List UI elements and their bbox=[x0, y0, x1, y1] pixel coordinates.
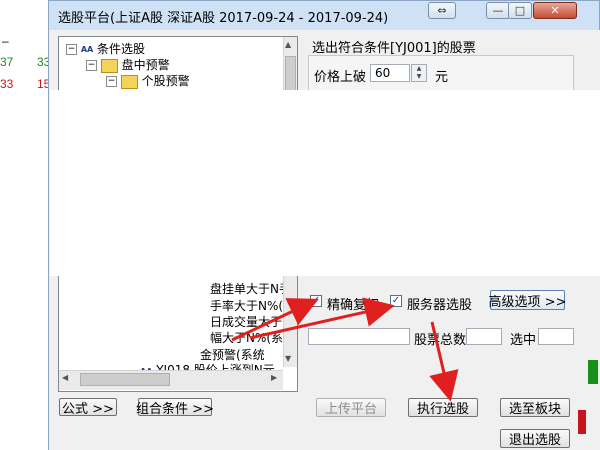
tree-item-intraday-warning[interactable]: − 盘中预警 bbox=[86, 56, 170, 73]
scroll-down-icon[interactable]: ▼ bbox=[285, 354, 295, 363]
tree-item-partial[interactable]: 盘挂单大于N手 bbox=[210, 280, 291, 297]
upload-platform-button[interactable]: 上传平台 bbox=[316, 398, 386, 417]
occluding-overlay bbox=[50, 90, 600, 276]
exact-reinstatement-checkbox[interactable]: ✓ bbox=[310, 295, 322, 307]
exact-reinstatement-label: 精确复权 bbox=[327, 298, 380, 313]
progress-field bbox=[308, 328, 410, 345]
param-value: 60 bbox=[375, 66, 391, 80]
server-select-label: 服务器选股 bbox=[407, 298, 473, 313]
advanced-options-button[interactable]: 高级选项 >> bbox=[489, 290, 566, 310]
collapse-icon[interactable]: − bbox=[66, 44, 77, 55]
scroll-right-icon[interactable]: ▶ bbox=[271, 373, 277, 382]
stock-total-label: 股票总数 bbox=[414, 333, 467, 348]
collapse-icon[interactable]: − bbox=[106, 76, 117, 87]
scroll-left-icon[interactable]: ◀ bbox=[62, 373, 68, 382]
background-chart-bar bbox=[588, 360, 598, 384]
execute-select-button[interactable]: 执行选股 bbox=[408, 398, 478, 417]
exit-select-button[interactable]: 退出选股 bbox=[500, 429, 570, 448]
stock-total-field bbox=[466, 328, 502, 345]
folder-icon bbox=[120, 74, 138, 89]
tree-item-stock-warning[interactable]: − 个股预警 bbox=[106, 72, 190, 89]
horizontal-scroll-thumb[interactable] bbox=[80, 373, 170, 386]
formula-button[interactable]: 公式 >> bbox=[59, 398, 117, 417]
minimize-button[interactable]: — bbox=[486, 2, 510, 19]
param-label: 价格上破 bbox=[314, 70, 367, 85]
restore-button[interactable]: ⇔ bbox=[428, 2, 456, 19]
folder-icon bbox=[100, 58, 118, 73]
tree-item-partial[interactable]: 日成交量大于 bbox=[210, 313, 282, 330]
scroll-up-icon[interactable]: ▲ bbox=[285, 40, 295, 49]
param-stepper[interactable]: ▲ ▼ bbox=[411, 64, 427, 82]
background-value-green-1: 37 bbox=[0, 55, 14, 69]
background-value-red-1: 33 bbox=[0, 77, 14, 91]
panel-title: 选出符合条件[YJ001]的股票 bbox=[312, 41, 476, 56]
close-button[interactable]: ✕ bbox=[533, 2, 577, 19]
condition-folder-icon: AA bbox=[80, 45, 94, 54]
param-value-input[interactable]: 60 bbox=[370, 64, 410, 82]
background-dash: – bbox=[2, 34, 9, 48]
tree-item-label: 条件选股 bbox=[97, 42, 146, 56]
selected-label: 选中 bbox=[510, 333, 537, 348]
background-chart-bar bbox=[578, 410, 586, 434]
collapse-icon[interactable]: − bbox=[86, 60, 97, 71]
save-to-block-button[interactable]: 选至板块 bbox=[500, 398, 570, 417]
tree-item-label: 个股预警 bbox=[141, 74, 190, 88]
window-title: 选股平台(上证A股 深证A股 2017-09-24 - 2017-09-24) bbox=[58, 11, 389, 26]
server-select-checkbox[interactable]: ✓ bbox=[390, 295, 402, 307]
tree-item-condition-select[interactable]: − AA 条件选股 bbox=[66, 40, 145, 57]
selected-count-field bbox=[538, 328, 574, 345]
maximize-button[interactable]: □ bbox=[508, 2, 532, 19]
tree-item-label: 盘中预警 bbox=[121, 58, 170, 72]
combined-condition-button[interactable]: 组合条件 >> bbox=[136, 398, 214, 417]
param-unit: 元 bbox=[435, 70, 449, 85]
